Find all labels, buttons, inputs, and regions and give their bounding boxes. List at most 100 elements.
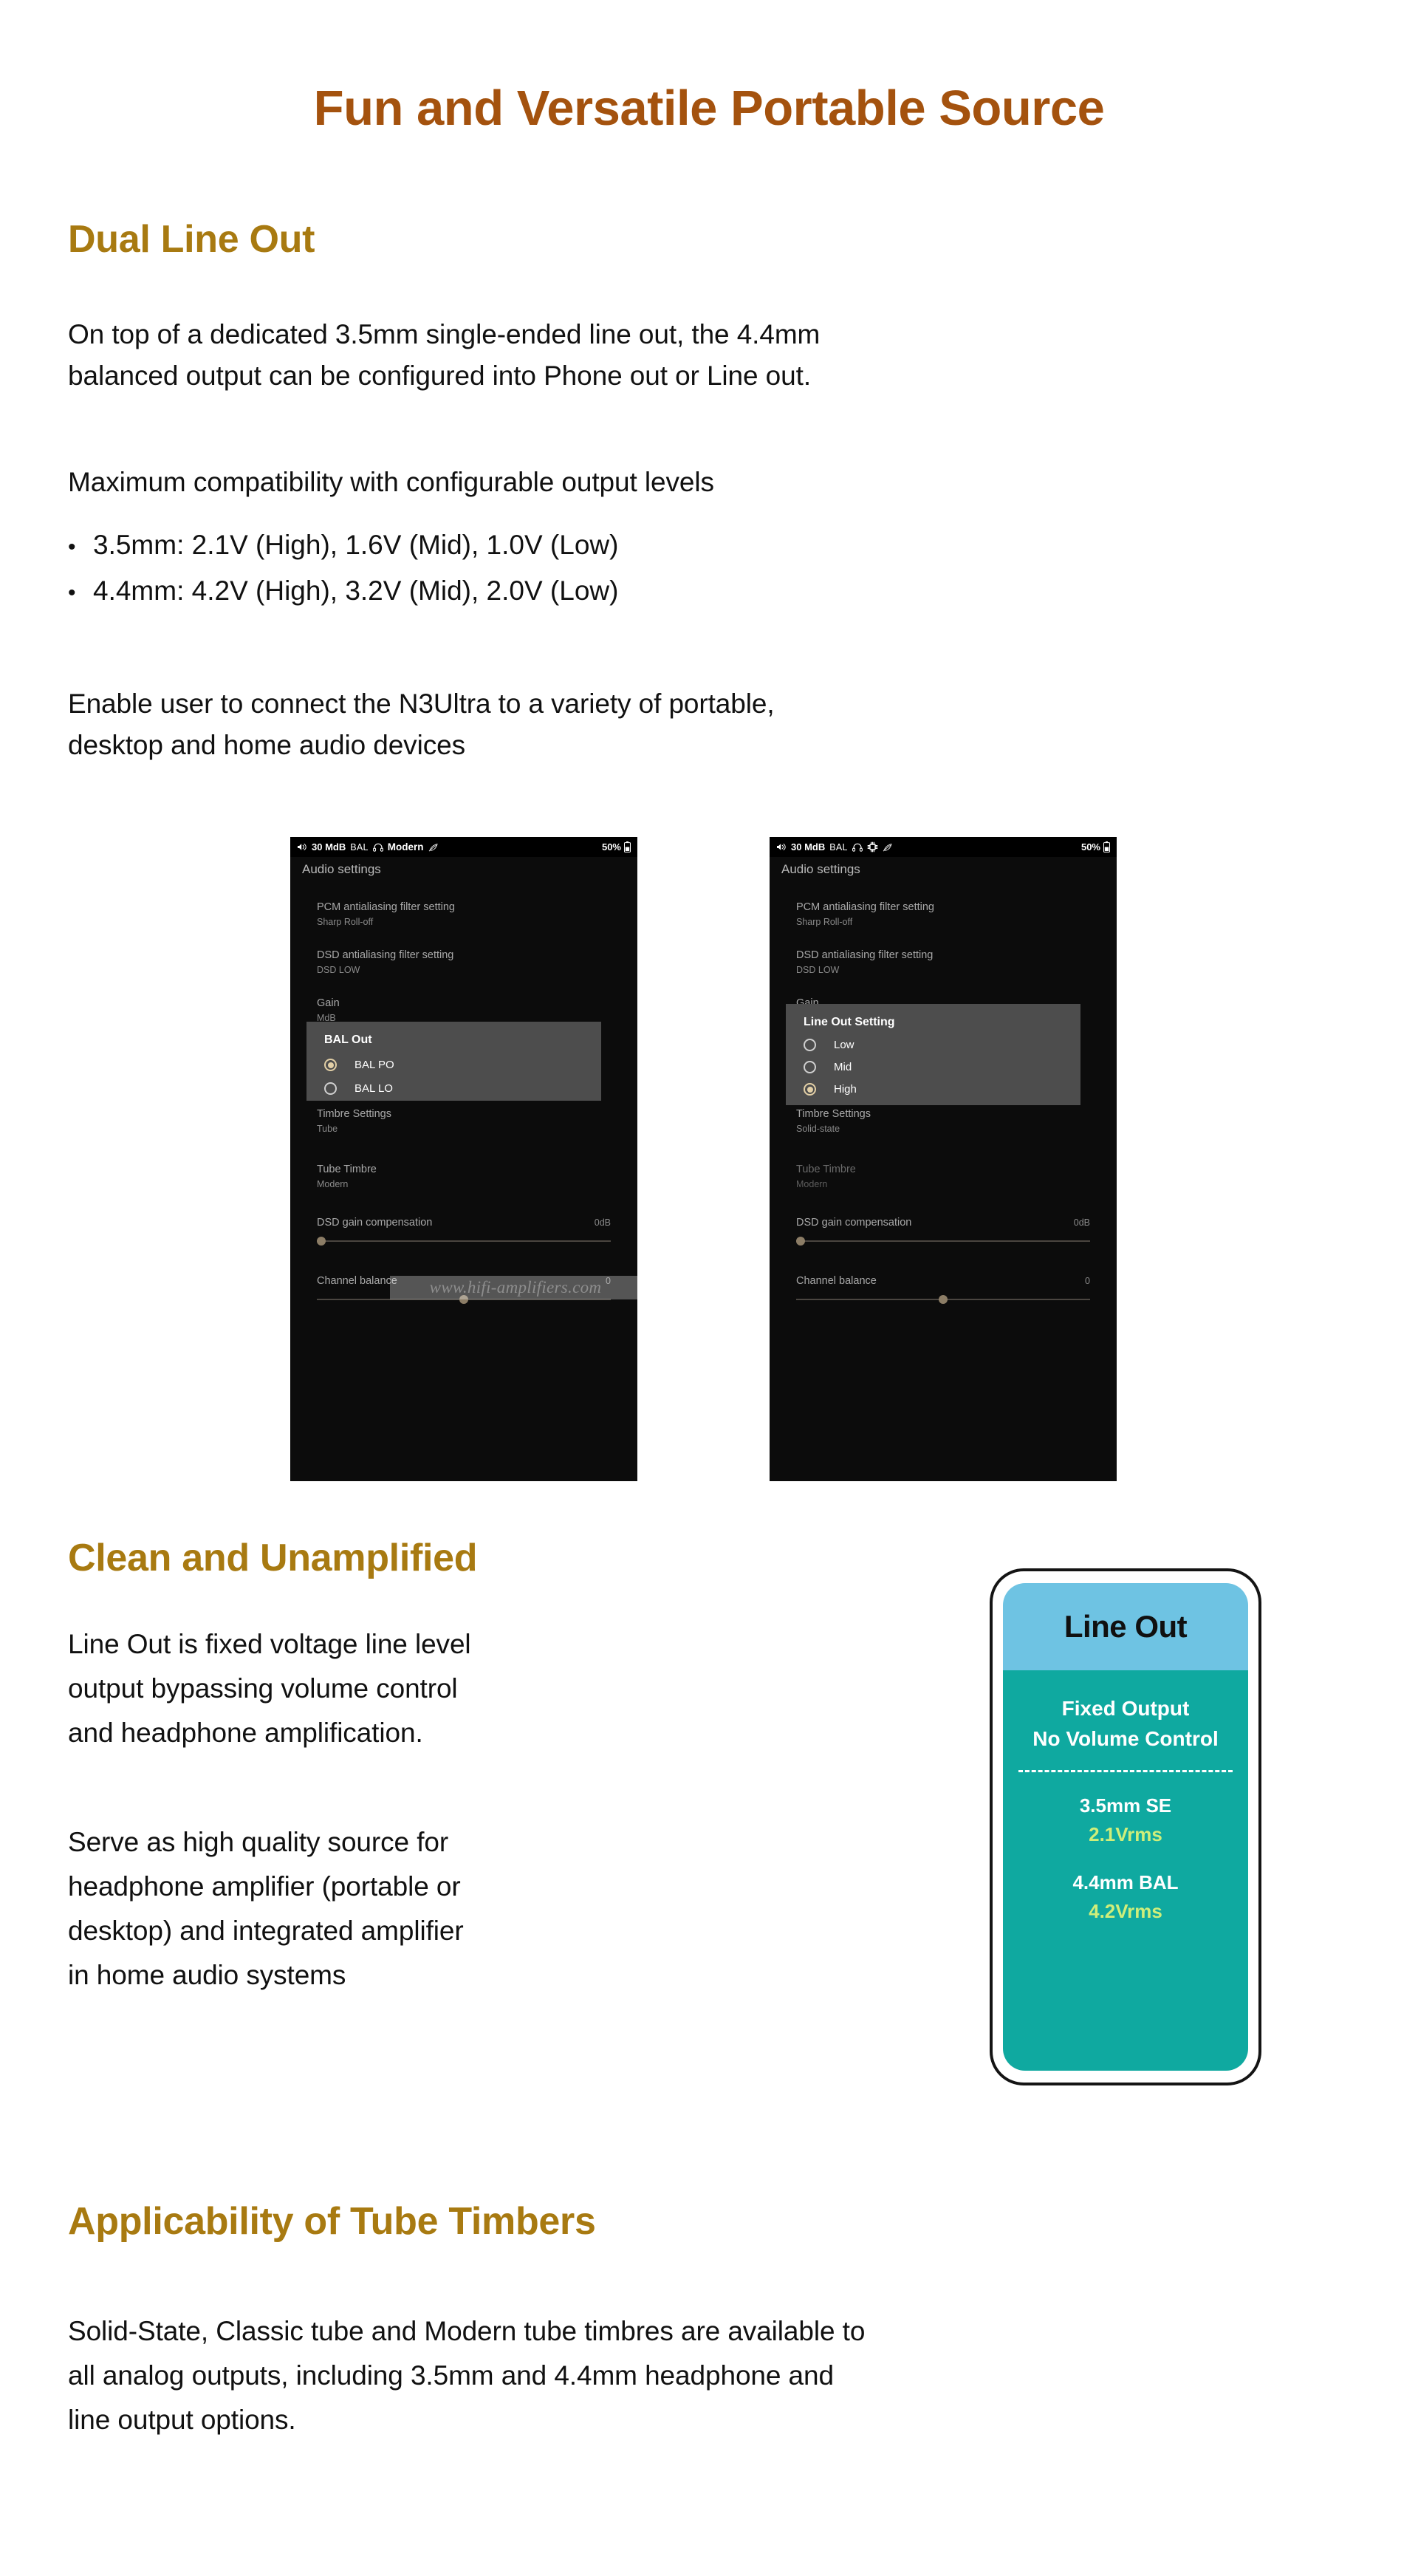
setting-row-timbre-settings[interactable]: Timbre Settings Solid-state — [770, 1107, 1117, 1135]
line-out-card-header: Line Out — [1003, 1583, 1248, 1670]
setting-row-tube-timbre[interactable]: Tube Timbre Modern — [290, 1163, 637, 1191]
volume-level-label: 30 MdB — [791, 841, 826, 853]
paragraph-max-compatibility: Maximum compatibility with configurable … — [68, 462, 714, 503]
channel-balance-slider[interactable] — [796, 1294, 1090, 1305]
bullet-text-44mm: 4.4mm: 4.2V (High), 3.2V (Mid), 2.0V (Lo… — [93, 575, 619, 606]
spec-value-44mm-bal: 4.2Vrms — [1089, 1900, 1162, 1923]
radio-option-low[interactable]: Low — [786, 1039, 1080, 1051]
setting-row-gain[interactable]: Gain MdB — [290, 997, 637, 1025]
spec-label-35mm-se: 3.5mm SE — [1079, 1794, 1172, 1817]
enable-line-2: desktop and home audio devices — [68, 729, 465, 760]
status-bar: 30 MdB BAL Modern 50% — [290, 837, 637, 857]
radio-option-high[interactable]: High — [786, 1083, 1080, 1096]
volume-icon — [297, 842, 307, 852]
battery-icon — [1103, 841, 1110, 853]
setting-row-dsd-gain-compensation[interactable]: DSD gain compensation 0dB — [290, 1217, 637, 1229]
slider-track — [796, 1240, 1090, 1242]
radio-option-label: High — [834, 1083, 857, 1096]
setting-row-timbre-settings[interactable]: Timbre Settings Tube — [290, 1107, 637, 1135]
radio-button-icon[interactable] — [324, 1082, 337, 1095]
setting-label: PCM antialiasing filter setting — [317, 901, 455, 913]
setting-row-dsd-filter[interactable]: DSD antialiasing filter setting DSD LOW — [770, 949, 1117, 977]
setting-label: Timbre Settings — [796, 1108, 871, 1120]
clean-line-2: output bypassing volume control — [68, 1673, 458, 1704]
feather-pen-icon — [883, 843, 894, 852]
dsd-gain-slider[interactable] — [317, 1236, 611, 1246]
battery-icon — [624, 841, 631, 853]
radio-button-icon[interactable] — [804, 1061, 816, 1073]
setting-row-pcm-filter[interactable]: PCM antialiasing filter setting Sharp Ro… — [770, 901, 1117, 929]
radio-button-selected-icon[interactable] — [804, 1083, 816, 1096]
paragraph-intro: On top of a dedicated 3.5mm single-ended… — [68, 314, 820, 396]
setting-label: PCM antialiasing filter setting — [796, 901, 934, 913]
line-out-card-inner: Line Out Fixed Output No Volume Control … — [1003, 1583, 1248, 2071]
setting-value: Modern — [796, 1178, 828, 1189]
output-levels-bullet-list: • 3.5mm: 2.1V (High), 1.6V (Mid), 1.0V (… — [68, 525, 618, 615]
line-out-fixed-output-label: Fixed Output — [1061, 1697, 1190, 1720]
headphone-icon — [852, 843, 863, 852]
setting-value: Sharp Roll-off — [796, 916, 853, 927]
setting-value: Tube — [317, 1123, 338, 1134]
spec-value-35mm-se: 2.1Vrms — [1089, 1823, 1162, 1846]
status-bar-left: 30 MdB BAL — [776, 841, 1081, 853]
paragraph-serve-as-source: Serve as high quality source for headpho… — [68, 1820, 733, 1998]
slider-knob[interactable] — [796, 1237, 805, 1246]
line-out-card-body: Fixed Output No Volume Control 3.5mm SE … — [1003, 1670, 1248, 2071]
radio-option-label: BAL PO — [354, 1059, 394, 1071]
bullet-text-35mm: 3.5mm: 2.1V (High), 1.6V (Mid), 1.0V (Lo… — [93, 530, 619, 560]
setting-row-pcm-filter[interactable]: PCM antialiasing filter setting Sharp Ro… — [290, 901, 637, 929]
bal-out-dialog: BAL Out BAL PO BAL LO — [306, 1022, 601, 1101]
setting-label: Tube Timbre — [317, 1164, 377, 1175]
volume-icon — [776, 842, 787, 852]
divider — [1018, 1770, 1233, 1773]
battery-percent-label: 50% — [601, 841, 621, 853]
radio-option-bal-po[interactable]: BAL PO — [306, 1059, 601, 1071]
clean-line-1: Line Out is fixed voltage line level — [68, 1629, 471, 1659]
line-out-spec-card: Line Out Fixed Output No Volume Control … — [990, 1568, 1261, 2085]
radio-option-bal-lo[interactable]: BAL LO — [306, 1082, 601, 1095]
tube-line-3: line output options. — [68, 2404, 296, 2435]
spec-label-44mm-bal: 4.4mm BAL — [1072, 1871, 1179, 1894]
setting-row-dsd-gain-compensation[interactable]: DSD gain compensation 0dB — [770, 1217, 1117, 1229]
radio-button-icon[interactable] — [804, 1039, 816, 1051]
setting-row-tube-timbre[interactable]: Tube Timbre Modern — [770, 1163, 1117, 1191]
enable-line-1: Enable user to connect the N3Ultra to a … — [68, 689, 775, 719]
dsd-gain-slider[interactable] — [796, 1236, 1090, 1246]
setting-value: Modern — [317, 1178, 349, 1189]
timbre-mode-label: Modern — [387, 841, 424, 853]
volume-level-label: 30 MdB — [312, 841, 346, 853]
bal-label: BAL — [829, 841, 848, 853]
paragraph-enable-user: Enable user to connect the N3Ultra to a … — [68, 683, 775, 765]
chip-icon — [867, 841, 878, 853]
dialog-title: BAL Out — [324, 1034, 372, 1046]
setting-value: 0dB — [1073, 1217, 1090, 1228]
slider-knob[interactable] — [317, 1237, 326, 1246]
setting-label: DSD antialiasing filter setting — [796, 949, 934, 961]
status-bar-right: 50% — [1081, 841, 1110, 853]
slider-track — [317, 1240, 611, 1242]
setting-label: Gain — [317, 997, 340, 1009]
intro-line-1: On top of a dedicated 3.5mm single-ended… — [68, 319, 821, 349]
bal-label: BAL — [350, 841, 369, 853]
battery-percent-label: 50% — [1080, 841, 1100, 853]
setting-label: DSD gain compensation — [796, 1217, 912, 1229]
setting-row-dsd-filter[interactable]: DSD antialiasing filter setting DSD LOW — [290, 949, 637, 977]
setting-value: DSD LOW — [796, 964, 840, 975]
list-item: • 3.5mm: 2.1V (High), 1.6V (Mid), 1.0V (… — [68, 525, 618, 566]
radio-option-label: Mid — [834, 1061, 852, 1073]
slider-knob[interactable] — [939, 1295, 948, 1304]
radio-option-mid[interactable]: Mid — [786, 1061, 1080, 1073]
status-bar: 30 MdB BAL 50% — [770, 837, 1117, 857]
intro-line-2: balanced output can be configured into P… — [68, 360, 811, 391]
serve-line-4: in home audio systems — [68, 1959, 346, 1990]
radio-button-selected-icon[interactable] — [324, 1059, 337, 1071]
setting-label: DSD gain compensation — [317, 1217, 433, 1229]
setting-label: DSD antialiasing filter setting — [317, 949, 454, 961]
tube-line-1: Solid-State, Classic tube and Modern tub… — [68, 2316, 866, 2346]
serve-line-2: headphone amplifier (portable or — [68, 1870, 461, 1902]
phone-screenshot-line-out-setting: 30 MdB BAL 50% Audio settings PCM antial… — [770, 837, 1117, 1481]
serve-line-3: desktop) and integrated amplifier — [68, 1915, 464, 1946]
bullet-marker-icon: • — [68, 535, 76, 559]
list-item: • 4.4mm: 4.2V (High), 3.2V (Mid), 2.0V (… — [68, 570, 618, 612]
setting-row-channel-balance[interactable]: Channel balance 0 — [770, 1275, 1117, 1287]
